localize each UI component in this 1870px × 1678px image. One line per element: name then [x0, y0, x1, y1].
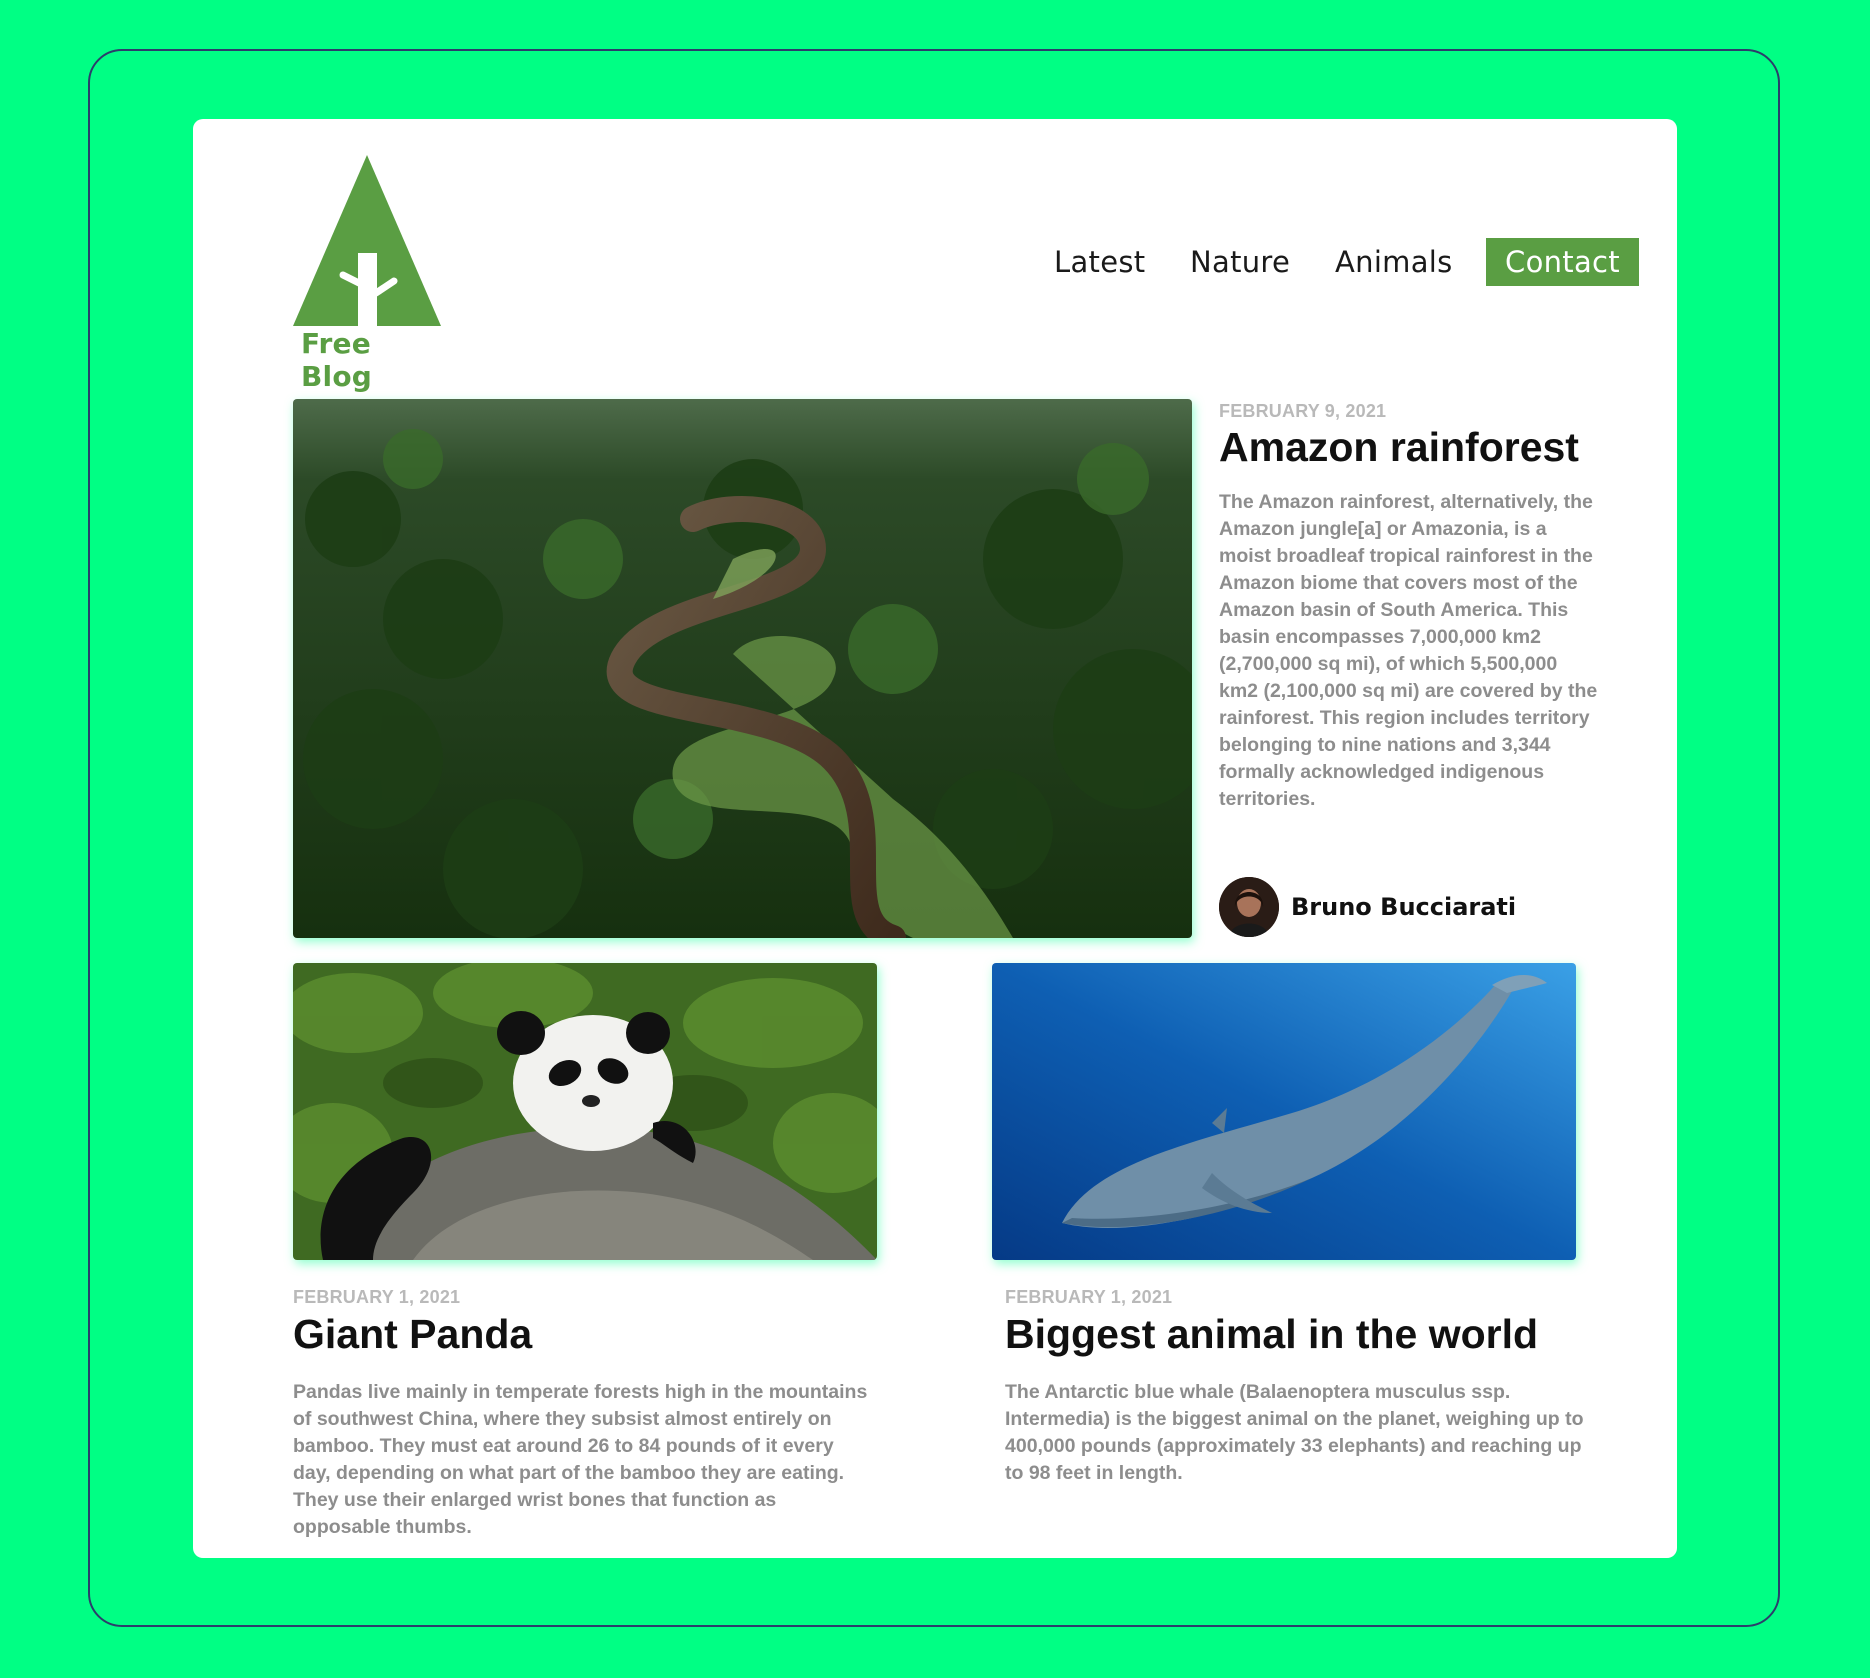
nav-animals[interactable]: Animals [1335, 238, 1453, 286]
author-name: Bruno Bucciarati [1291, 893, 1517, 921]
blog-page: Free Blog Latest Nature Animals Contact [193, 119, 1677, 1558]
featured-post-date: FEBRUARY 9, 2021 [1219, 401, 1387, 421]
panda-post-description: Pandas live mainly in temperate forests … [293, 1381, 868, 1538]
panda-post-title[interactable]: Giant Panda [293, 1311, 532, 1358]
featured-post-title[interactable]: Amazon rainforest [1219, 424, 1579, 471]
nav-latest[interactable]: Latest [1054, 238, 1145, 286]
featured-post-description: The Amazon rainforest, alternatively, th… [1219, 491, 1598, 810]
avatar [1219, 877, 1279, 937]
whale-post-description: The Antarctic blue whale (Balaenoptera m… [1005, 1381, 1584, 1484]
nav-nature[interactable]: Nature [1190, 238, 1290, 286]
whale-post-title[interactable]: Biggest animal in the world [1005, 1311, 1538, 1358]
nav-contact[interactable]: Contact [1486, 238, 1639, 286]
panda-post-image[interactable] [293, 963, 877, 1260]
featured-post-image[interactable] [293, 399, 1192, 938]
whale-post-date: FEBRUARY 1, 2021 [1005, 1287, 1173, 1307]
main-nav: Latest Nature Animals Contact [193, 238, 1677, 286]
panda-post-date: FEBRUARY 1, 2021 [293, 1287, 461, 1307]
whale-post-image[interactable] [992, 963, 1576, 1260]
logo-text: Free Blog [301, 327, 373, 393]
